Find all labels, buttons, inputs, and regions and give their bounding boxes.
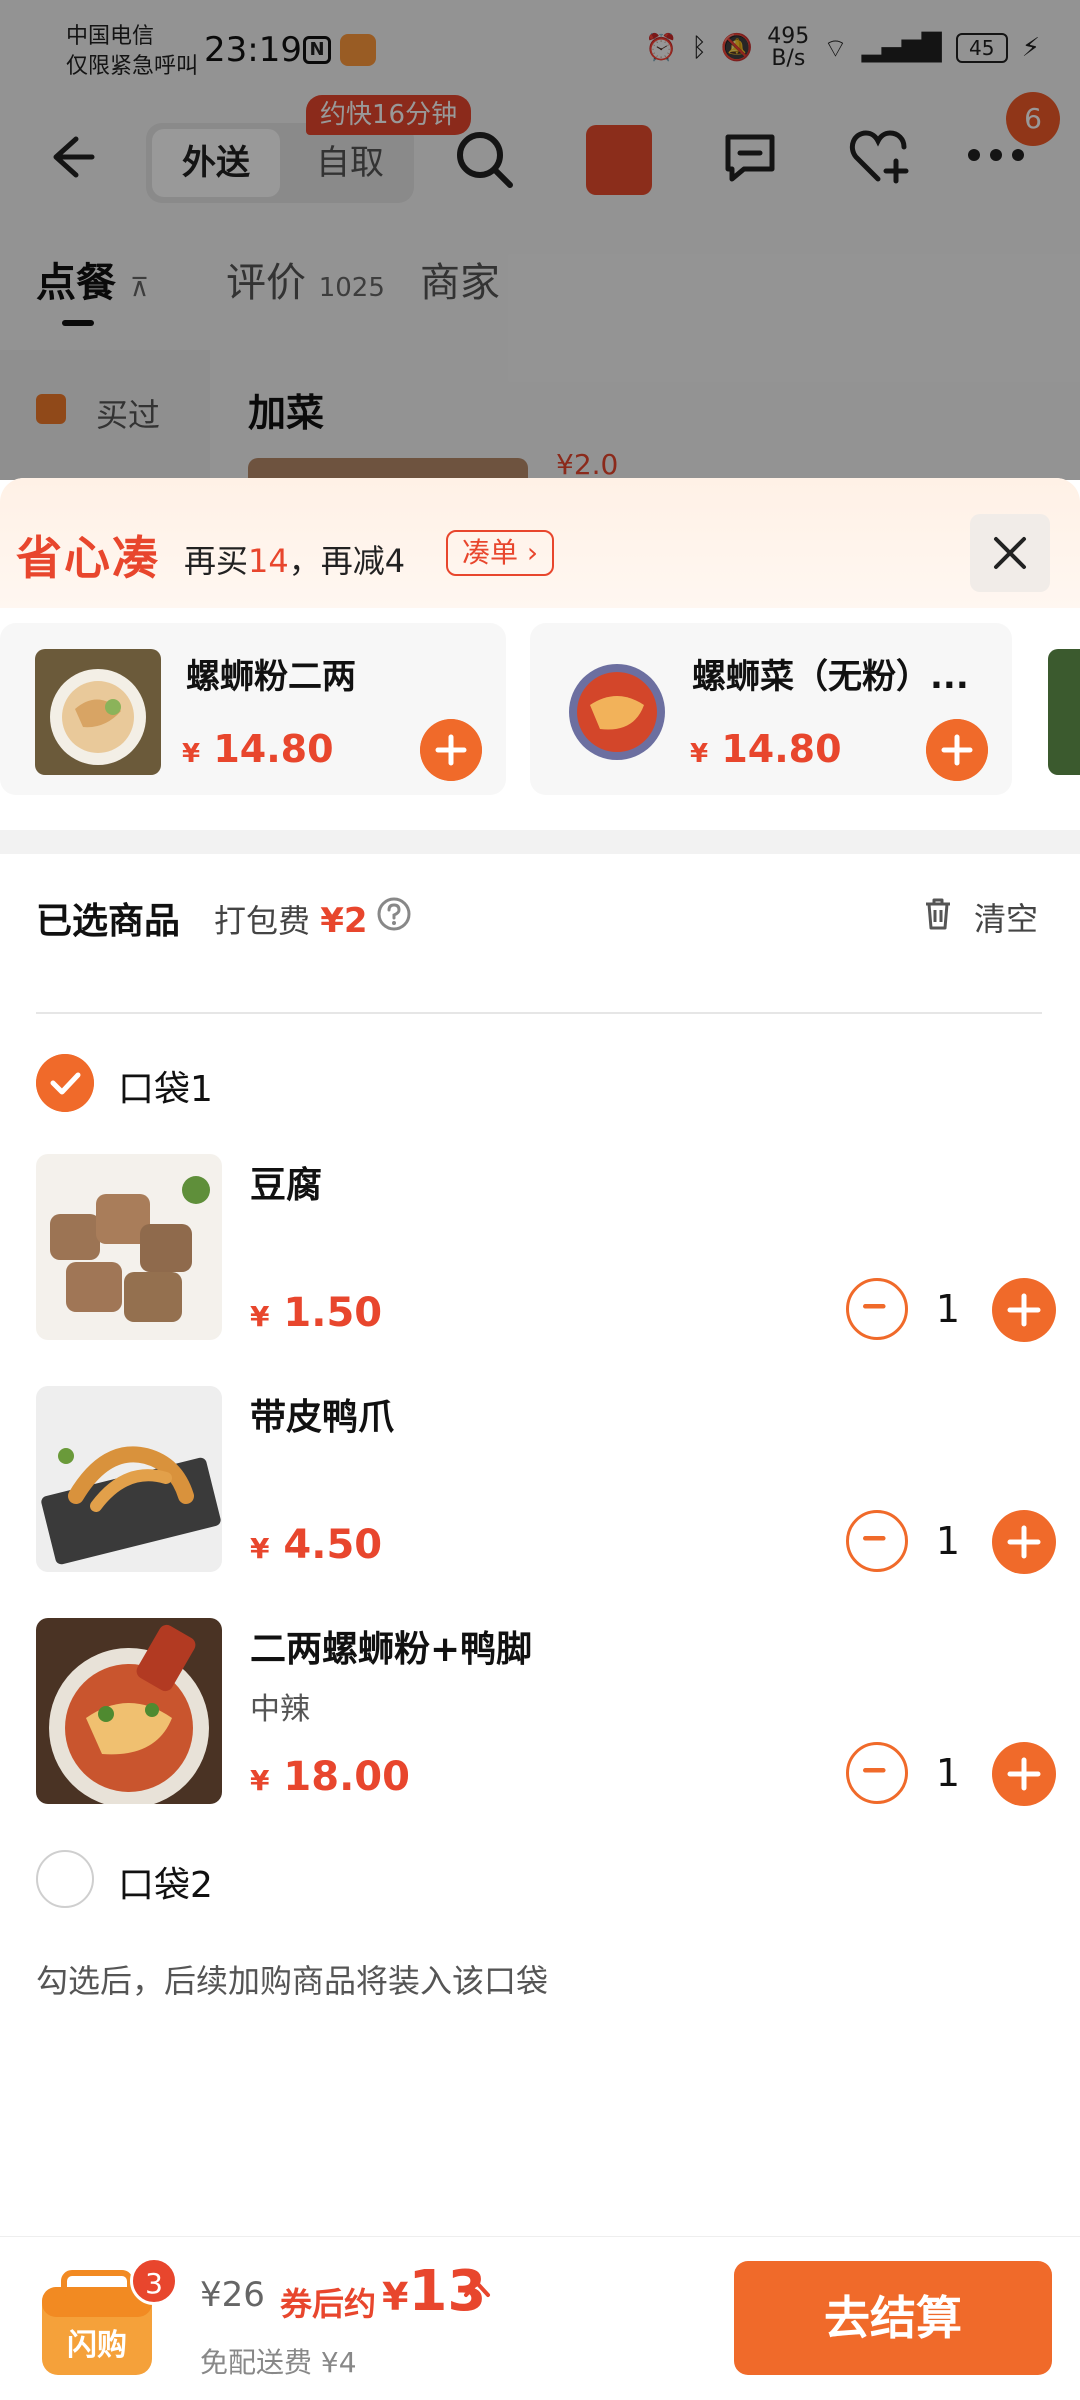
- rec-card[interactable]: 螺蛳菜（无粉）... ¥ 14.80: [530, 623, 1012, 795]
- promo-logo: 省心凑: [16, 531, 160, 585]
- cart-logo-text: 闪购: [67, 2328, 127, 2363]
- coupon-label: 券后约: [280, 2285, 377, 2323]
- price-value: 4.50: [283, 1522, 383, 1568]
- help-icon[interactable]: [376, 896, 412, 932]
- divider: [36, 1012, 1042, 1014]
- bag-label: 口袋1: [118, 1069, 213, 1110]
- price-value: 1.50: [283, 1290, 383, 1336]
- promo-prefix: 再买: [184, 542, 249, 580]
- yen-symbol: ¥: [690, 739, 709, 769]
- item-quantity: 1: [935, 1287, 961, 1331]
- packing-fee-label: 打包费: [214, 902, 311, 940]
- promo-buy-more: 14: [248, 542, 289, 580]
- promo-header: 省心凑 再买14，再减4 凑单 ›: [0, 478, 1080, 608]
- price-value: 18.00: [283, 1754, 410, 1800]
- decrease-button[interactable]: [846, 1278, 908, 1340]
- rec-item-price: ¥ 14.80: [182, 727, 334, 771]
- yen-symbol: ¥: [250, 1300, 270, 1333]
- item-image: [36, 1386, 222, 1572]
- yen-symbol: ¥: [250, 1532, 270, 1565]
- rec-item-name: 螺蛳粉二两: [186, 657, 356, 697]
- decrease-button[interactable]: [846, 1742, 908, 1804]
- rec-item-price: ¥ 14.80: [690, 727, 842, 771]
- checkout-button[interactable]: 去结算: [734, 2261, 1052, 2375]
- cart-sheet: 省心凑 再买14，再减4 凑单 › 螺蛳粉二两 ¥ 14.80 螺蛳菜（无粉）.…: [0, 478, 1080, 2400]
- add-item-button[interactable]: [420, 719, 482, 781]
- rec-item-image-partial: [1048, 649, 1080, 775]
- chevron-up-icon[interactable]: [462, 2277, 492, 2301]
- clear-label: 清空: [974, 900, 1039, 938]
- selected-header: 已选商品 打包费 ¥2 清空: [0, 854, 1080, 984]
- selected-title: 已选商品: [36, 901, 181, 942]
- item-spec: 中辣: [250, 1692, 310, 1727]
- yen-symbol: ¥: [250, 1764, 270, 1797]
- bag-label: 口袋2: [118, 1865, 213, 1906]
- rec-item-name: 螺蛳菜（无粉）...: [692, 657, 969, 697]
- original-price: ¥26: [200, 2275, 265, 2315]
- increase-button[interactable]: [992, 1278, 1056, 1342]
- add-item-button[interactable]: [926, 719, 988, 781]
- packing-fee: 打包费 ¥2: [214, 896, 368, 942]
- promo-middle: ，再减: [288, 542, 385, 580]
- price-value: 14.80: [213, 727, 334, 771]
- rec-card[interactable]: 螺蛳粉二两 ¥ 14.80: [0, 623, 506, 795]
- close-icon[interactable]: [970, 514, 1050, 592]
- checkout-bar: 闪购 3 ¥26 券后约 ¥13 免配送费 ¥4 去结算: [0, 2236, 1080, 2400]
- item-price: ¥ 1.50: [250, 1290, 382, 1336]
- promo-text: 再买14，再减4: [184, 536, 405, 582]
- cart-item: 带皮鸭爪 ¥ 4.50 1: [36, 1386, 1056, 1576]
- item-name: 带皮鸭爪: [250, 1397, 395, 1438]
- dim-overlay[interactable]: [0, 0, 1080, 480]
- rec-item-image: [35, 649, 161, 775]
- item-price: ¥ 18.00: [250, 1754, 410, 1800]
- item-price: ¥ 4.50: [250, 1522, 382, 1568]
- promo-discount: 4: [384, 542, 406, 580]
- item-quantity: 1: [935, 1519, 961, 1563]
- cart-item: 二两螺蛳粉+鸭脚 中辣 ¥ 18.00 1: [36, 1618, 1056, 1808]
- packing-fee-amount: ¥2: [320, 901, 368, 941]
- bag-hint: 勾选后，后续加购商品将装入该口袋: [36, 1962, 549, 2000]
- checkbox-checked-icon[interactable]: [36, 1054, 94, 1112]
- price-value: 14.80: [721, 727, 842, 771]
- trash-icon: [926, 898, 950, 930]
- recommendation-row: 螺蛳粉二两 ¥ 14.80 螺蛳菜（无粉）... ¥ 14.80: [0, 623, 1080, 803]
- cart-item: 豆腐 ¥ 1.50 1: [36, 1154, 1056, 1344]
- decrease-button[interactable]: [846, 1510, 908, 1572]
- item-image: [36, 1154, 222, 1340]
- item-quantity: 1: [935, 1751, 961, 1795]
- item-name: 二两螺蛳粉+鸭脚: [250, 1629, 533, 1670]
- rec-item-image: [554, 649, 680, 775]
- cart-count-badge: 3: [130, 2257, 178, 2305]
- section-divider: [0, 830, 1080, 854]
- delivery-fee: 免配送费 ¥4: [200, 2346, 357, 2379]
- item-name: 豆腐: [250, 1165, 323, 1206]
- yen-symbol: ¥: [382, 2275, 409, 2319]
- increase-button[interactable]: [992, 1510, 1056, 1574]
- checkbox-unchecked-icon[interactable]: [36, 1850, 94, 1908]
- top-up-button[interactable]: 凑单 ›: [446, 530, 555, 576]
- item-image: [36, 1618, 222, 1804]
- yen-symbol: ¥: [182, 739, 201, 769]
- increase-button[interactable]: [992, 1742, 1056, 1806]
